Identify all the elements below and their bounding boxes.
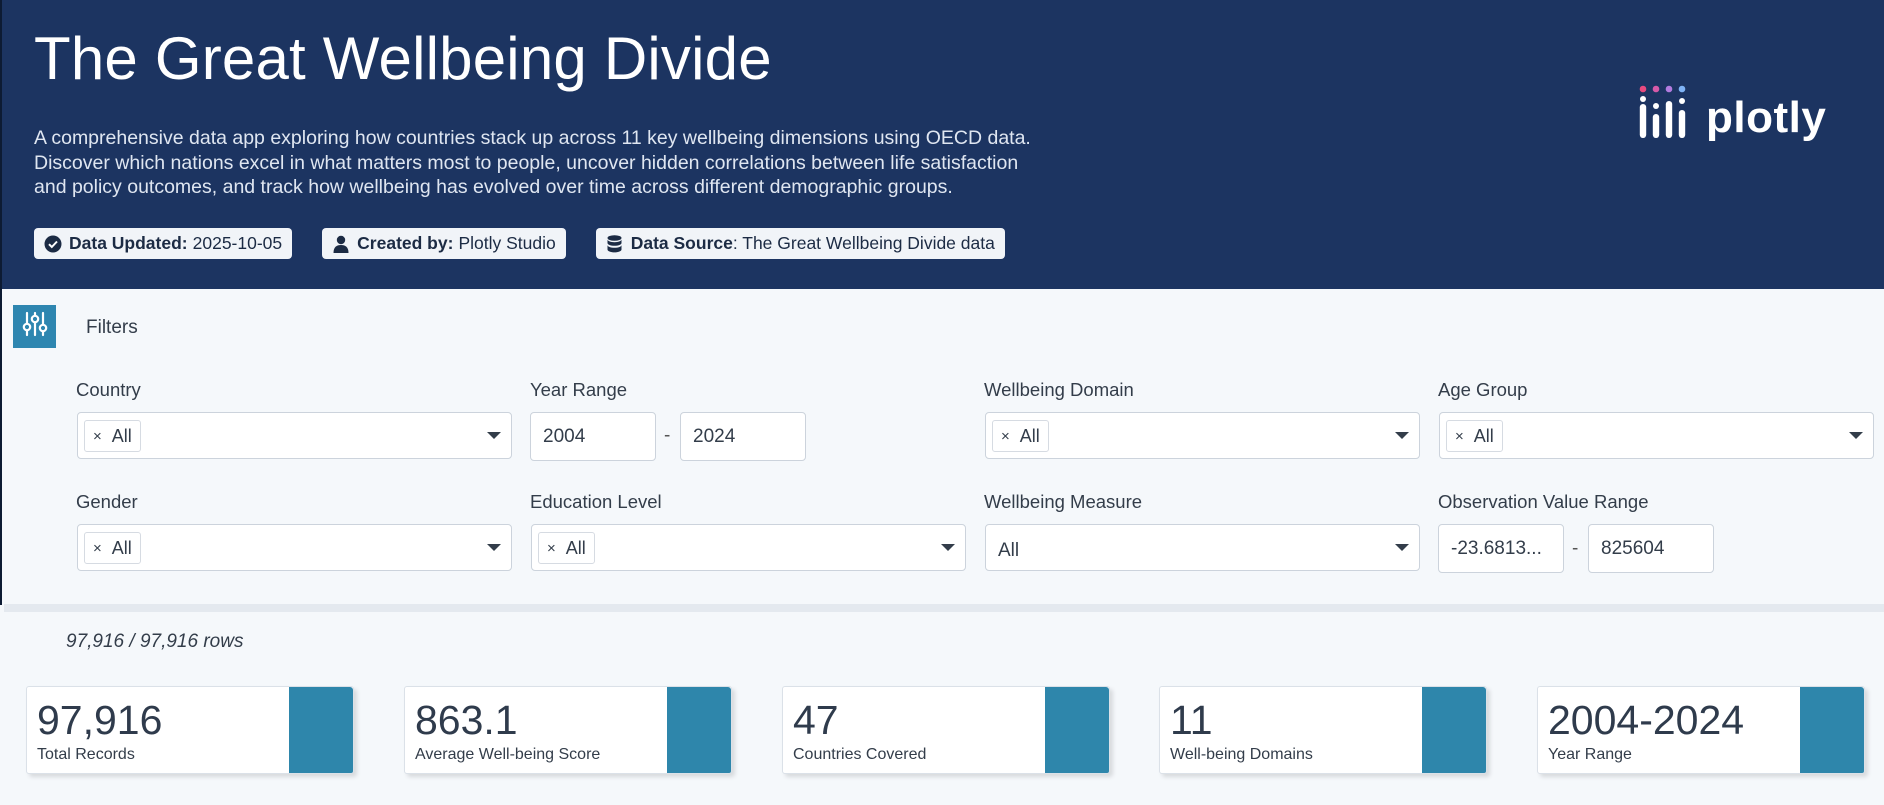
country-chip: × All — [84, 420, 141, 452]
data-updated-label: Data Updated: — [69, 233, 188, 253]
remove-chip-icon[interactable]: × — [93, 428, 102, 445]
sliders-icon — [21, 310, 49, 343]
database-icon — [606, 234, 624, 253]
app-header: The Great Wellbeing Divide A comprehensi… — [0, 0, 1884, 289]
data-source-link[interactable]: : The Great Wellbeing Divide data — [733, 233, 995, 254]
age-group-chip: × All — [1446, 420, 1503, 452]
stat-card-domains: 11 Well-being Domains — [1159, 686, 1487, 774]
gender-chip-label: All — [111, 537, 132, 558]
education-level-select[interactable]: × All — [531, 524, 966, 571]
stat-value: 11 — [1170, 697, 1213, 743]
wellbeing-measure-label: Wellbeing Measure — [984, 491, 1143, 512]
plotly-logo-mark-icon — [1638, 84, 1694, 140]
data-updated-badge: Data Updated: 2025-10-05 — [34, 228, 293, 259]
filters-panel: Filters Country × All Year Range 2004 - 2… — [0, 289, 1884, 605]
filters-heading: Filters — [86, 317, 138, 338]
data-source-badge: Data Source : The Great Wellbeing Divide… — [595, 228, 1005, 259]
wellbeing-measure-value: All — [998, 540, 1020, 561]
data-source-label: Data Source — [630, 233, 733, 253]
age-group-label: Age Group — [1438, 379, 1528, 400]
created-by-label: Created by: — [357, 233, 454, 253]
observation-max-input[interactable]: 825604 — [1588, 524, 1714, 573]
gender-label: Gender — [76, 491, 138, 512]
stat-accent — [1045, 687, 1109, 773]
description-line: A comprehensive data app exploring how c… — [34, 127, 1031, 149]
info-badges: Data Updated: 2025-10-05 Created by: Plo… — [34, 228, 1005, 259]
domain-chip-label: All — [1019, 425, 1040, 446]
gender-chip: × All — [84, 532, 141, 564]
stat-value: 2004-2024 — [1548, 697, 1745, 743]
data-updated-value: 2025-10-05 — [192, 233, 283, 253]
remove-chip-icon[interactable]: × — [1001, 428, 1010, 445]
stat-accent — [1800, 687, 1864, 773]
chevron-down-icon[interactable] — [941, 544, 955, 551]
observation-range-label: Observation Value Range — [1438, 491, 1649, 512]
user-icon — [332, 235, 350, 253]
education-chip-label: All — [565, 537, 586, 558]
remove-chip-icon[interactable]: × — [93, 540, 102, 557]
stat-label: Year Range — [1548, 746, 1632, 763]
country-label: Country — [76, 379, 141, 400]
remove-chip-icon[interactable]: × — [1455, 428, 1464, 445]
filters-toggle-button[interactable] — [13, 305, 56, 348]
chevron-down-icon[interactable] — [487, 432, 501, 439]
stat-value: 863.1 — [415, 697, 518, 743]
stat-card-year-range: 2004-2024 Year Range — [1537, 686, 1865, 774]
chevron-down-icon[interactable] — [1849, 432, 1863, 439]
chevron-down-icon[interactable] — [1395, 432, 1409, 439]
gender-select[interactable]: × All — [77, 524, 512, 571]
plotly-logo[interactable]: plotly — [1638, 84, 1826, 140]
description-line: Discover which nations excel in what mat… — [34, 151, 1019, 174]
range-separator: - — [664, 425, 671, 446]
wellbeing-domain-select[interactable]: × All — [985, 412, 1420, 459]
stat-label: Well-being Domains — [1170, 746, 1313, 763]
wellbeing-domain-label: Wellbeing Domain — [984, 379, 1134, 400]
country-chip-label: All — [111, 425, 132, 446]
stat-value: 47 — [793, 697, 839, 743]
plotly-logo-text: plotly — [1706, 93, 1827, 142]
chevron-down-icon[interactable] — [487, 544, 501, 551]
created-by-value: Plotly Studio — [458, 233, 556, 253]
year-range-label: Year Range — [530, 379, 628, 400]
year-to-input[interactable]: 2024 — [680, 412, 806, 461]
description-line: and policy outcomes, and track how wellb… — [34, 176, 953, 198]
year-from-input[interactable]: 2004 — [530, 412, 656, 461]
stat-label: Total Records — [37, 746, 135, 763]
stat-card-average-score: 863.1 Average Well-being Score — [404, 686, 732, 774]
observation-min-input[interactable]: -23.6813... — [1438, 524, 1564, 573]
age-group-select[interactable]: × All — [1439, 412, 1874, 459]
page-title: The Great Wellbeing Divide — [34, 25, 772, 92]
stat-card-countries: 47 Countries Covered — [782, 686, 1110, 774]
page-description: A comprehensive data app exploring how c… — [34, 126, 1094, 200]
stat-accent — [289, 687, 353, 773]
created-by-badge: Created by: Plotly Studio — [322, 228, 566, 259]
domain-chip: × All — [992, 420, 1049, 452]
age-group-chip-label: All — [1473, 425, 1494, 446]
stat-label: Average Well-being Score — [415, 746, 601, 763]
stat-value: 97,916 — [37, 697, 163, 743]
wellbeing-measure-select[interactable]: All — [985, 524, 1420, 571]
range-separator: - — [1572, 538, 1579, 559]
country-select[interactable]: × All — [77, 412, 512, 459]
remove-chip-icon[interactable]: × — [547, 540, 556, 557]
education-level-label: Education Level — [530, 491, 662, 512]
stat-label: Countries Covered — [793, 746, 927, 763]
stat-accent — [1422, 687, 1486, 773]
stat-accent — [667, 687, 731, 773]
stat-card-total-records: 97,916 Total Records — [26, 686, 354, 774]
check-circle-icon — [44, 235, 62, 253]
row-count: 97,916 / 97,916 rows — [66, 631, 244, 652]
chevron-down-icon[interactable] — [1395, 544, 1409, 551]
education-chip: × All — [538, 532, 595, 564]
section-divider — [4, 604, 1884, 612]
